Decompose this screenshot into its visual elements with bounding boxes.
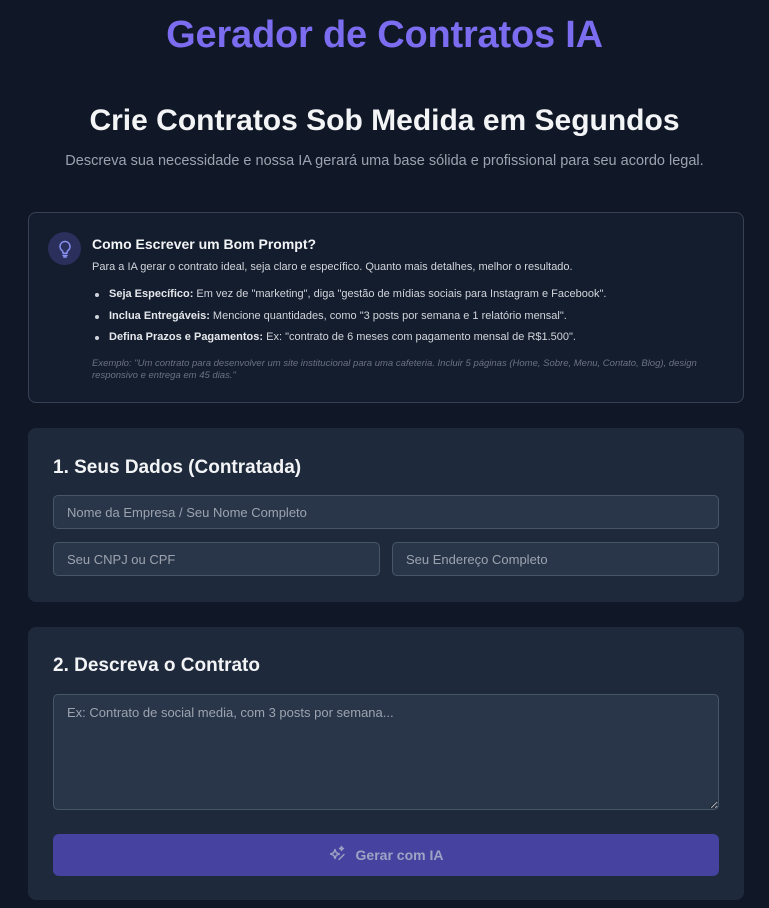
address-input[interactable] — [392, 542, 719, 576]
tips-list-item: Seja Específico: Em vez de "marketing", … — [92, 288, 606, 310]
tips-list-item: Defina Prazos e Pagamentos: Ex: "contrat… — [92, 331, 606, 353]
page: Gerador de Contratos IA Crie Contratos S… — [0, 0, 769, 908]
company-name-input[interactable] — [53, 495, 719, 529]
contractor-data-card: 1. Seus Dados (Contratada) — [28, 428, 744, 602]
section-title-contractor: 1. Seus Dados (Contratada) — [53, 457, 302, 478]
tips-list: Seja Específico: Em vez de "marketing", … — [92, 288, 606, 353]
tip-label: Inclua Entregáveis: — [109, 309, 210, 322]
cnpj-cpf-input[interactable] — [53, 542, 380, 576]
generate-button-label: Gerar com IA — [355, 847, 444, 863]
tip-label: Seja Específico: — [109, 288, 194, 300]
tip-text: Ex: "contrato de 6 meses com pagamento m… — [263, 331, 576, 343]
lightbulb-icon — [48, 232, 81, 265]
tips-list-item: Inclua Entregáveis: Mencione quantidades… — [92, 310, 606, 332]
tips-title: Como Escrever um Bom Prompt? — [92, 236, 317, 252]
tips-description: Para a IA gerar o contrato ideal, seja c… — [92, 261, 573, 273]
tips-example: Exemplo: "Um contrato para desenvolver u… — [92, 358, 697, 381]
app-title: Gerador de Contratos IA — [166, 14, 603, 56]
contract-description-card: 2. Descreva o Contrato Gerar com IA — [28, 627, 744, 900]
generate-with-ai-button[interactable]: Gerar com IA — [53, 834, 719, 876]
sparkles-icon — [329, 845, 346, 865]
tip-text: Em vez de "marketing", diga "gestão de m… — [193, 288, 607, 300]
contract-description-textarea[interactable] — [53, 694, 719, 810]
hero-subtitle: Descreva sua necessidade e nossa IA gera… — [65, 153, 704, 169]
tip-text: Mencione quantidades, como "3 posts por … — [209, 309, 567, 322]
prompt-tips-panel: Como Escrever um Bom Prompt? Para a IA g… — [28, 212, 744, 403]
section-title-description: 2. Descreva o Contrato — [53, 655, 260, 676]
hero-title: Crie Contratos Sob Medida em Segundos — [89, 104, 680, 137]
tip-label: Defina Prazos e Pagamentos: — [109, 331, 264, 343]
